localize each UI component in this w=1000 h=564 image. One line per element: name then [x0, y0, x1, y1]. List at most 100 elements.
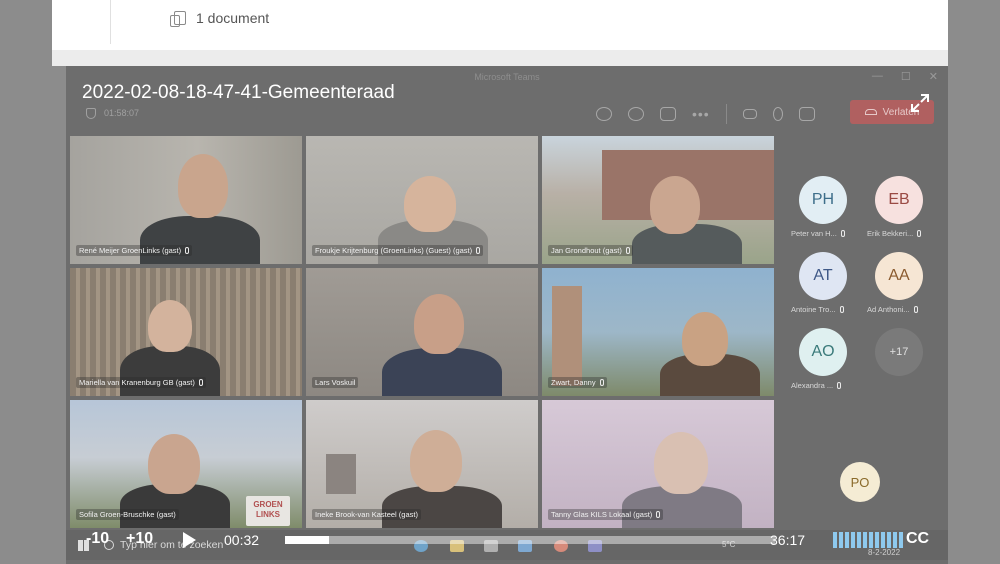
mic-off-icon[interactable]	[772, 107, 783, 121]
meeting-toolbar: •••	[596, 104, 815, 124]
video-tile[interactable]: Mariella van Kranenburg GB (gast)	[70, 268, 302, 396]
participant-face	[404, 176, 456, 232]
more-options-icon[interactable]: •••	[692, 106, 710, 122]
mic-icon	[185, 247, 190, 254]
progress-fill	[285, 536, 330, 544]
overflow-count: +17	[889, 346, 909, 358]
tile-caption: Mariella van Kranenburg GB (gast)	[76, 377, 206, 388]
art-background	[326, 454, 356, 494]
progress-bar[interactable]	[285, 536, 775, 544]
participant-face	[148, 300, 192, 352]
divider	[110, 0, 111, 44]
skip-forward-button[interactable]: +10	[126, 530, 153, 548]
participant-name: Sofila Groen-Bruschke (gast)	[79, 510, 176, 519]
mic-off-icon	[913, 306, 918, 313]
participant-figure	[382, 348, 502, 396]
participant-face	[178, 154, 228, 218]
participant-name: Zwart, Danny	[551, 378, 596, 387]
participant-name: Ad Anthoni...	[867, 305, 910, 314]
captions-button[interactable]: CC	[906, 530, 929, 548]
participant-face	[148, 434, 200, 494]
meeting-status: 01:58:07	[86, 108, 139, 119]
participant-avatar[interactable]: AO	[799, 328, 847, 376]
audio-level-icon	[833, 532, 903, 548]
skip-back-button[interactable]: -10	[86, 530, 109, 548]
video-tile[interactable]: Zwart, Danny	[542, 268, 774, 396]
expand-icon[interactable]	[909, 92, 931, 114]
participant-avatar[interactable]: EB	[875, 176, 923, 224]
participant-avatar[interactable]: PH	[799, 176, 847, 224]
video-tile[interactable]: Lars Voskuil	[306, 268, 538, 396]
taskbar-date: 8-2-2022	[868, 548, 901, 557]
mic-icon	[476, 247, 481, 254]
tile-caption: Ineke Brook-van Kasteel (gast)	[312, 509, 421, 520]
video-tile[interactable]: René Meijer GroenLinks (gast)	[70, 136, 302, 264]
avatar-initials: PO	[850, 474, 870, 490]
participant-face	[414, 294, 464, 354]
participant-name: René Meijer GroenLinks (gast)	[79, 246, 182, 255]
share-screen-icon[interactable]	[798, 107, 815, 121]
maximize-button[interactable]: ☐	[901, 70, 911, 83]
avatar-initials: AT	[813, 267, 833, 284]
mic-icon	[198, 379, 203, 386]
mic-off-icon	[839, 306, 844, 313]
elapsed-time: 01:58:07	[104, 108, 140, 118]
window-title: Microsoft Teams	[474, 72, 540, 82]
meeting-title: 2022-02-08-18-47-41-Gemeenteraad	[82, 82, 395, 103]
participant-name: Peter van H...	[791, 229, 837, 238]
documents-icon	[170, 11, 186, 27]
avatar-initials: PH	[811, 191, 835, 208]
reactions-icon[interactable]	[660, 107, 676, 121]
participant-label: Erik Bekkeri...	[867, 229, 922, 238]
participant-label: Peter van H...	[791, 229, 845, 238]
tile-caption: Jan Grondhout (gast)	[548, 245, 633, 256]
tile-caption: Sofila Groen-Bruschke (gast)	[76, 509, 179, 520]
document-count[interactable]: 1 document	[170, 10, 269, 27]
participant-label: Alexandra ...	[791, 381, 842, 390]
participant-label: Antoine Tro...	[791, 305, 844, 314]
avatar-initials: AA	[888, 267, 910, 284]
participants-icon[interactable]	[596, 107, 612, 121]
video-tile[interactable]: Jan Grondhout (gast)	[542, 136, 774, 264]
chat-icon[interactable]	[628, 107, 644, 121]
participant-name: Tanny Glas KILS Lokaal (gast)	[551, 510, 653, 519]
separator-band	[52, 50, 948, 66]
mic-icon	[625, 247, 630, 254]
avatar-initials: AO	[811, 343, 835, 360]
mic-off-icon	[917, 230, 922, 237]
participant-figure	[382, 486, 502, 528]
taskbar-search[interactable]: Typ hier om te zoeken	[104, 539, 223, 551]
tile-caption: Tanny Glas KILS Lokaal (gast)	[548, 509, 664, 520]
minimize-button[interactable]: —	[872, 70, 883, 83]
participant-name: Jan Grondhout (gast)	[551, 246, 622, 255]
phone-hangup-icon	[864, 109, 877, 115]
participant-figure	[120, 346, 220, 396]
participant-avatar[interactable]: AA	[875, 252, 923, 300]
video-tile[interactable]: GROEN LINKS Sofila Groen-Bruschke (gast)	[70, 400, 302, 528]
more-participants-button[interactable]: +17	[875, 328, 923, 376]
participant-face	[650, 176, 700, 234]
video-tile[interactable]: Tanny Glas KILS Lokaal (gast)	[542, 400, 774, 528]
end-time: 36:17	[770, 532, 806, 548]
avatar-initials: EB	[888, 191, 910, 208]
current-time: 00:32	[224, 532, 260, 548]
participant-name: Mariella van Kranenburg GB (gast)	[79, 378, 195, 387]
play-icon[interactable]	[183, 532, 196, 548]
participant-figure	[140, 216, 260, 264]
participant-name: Ineke Brook-van Kasteel (gast)	[315, 510, 418, 519]
participant-name: Erik Bekkeri...	[867, 229, 914, 238]
video-tile[interactable]: Froukje Krijtenburg (GroenLinks) (Guest)…	[306, 136, 538, 264]
video-tile[interactable]: Ineke Brook-van Kasteel (gast)	[306, 400, 538, 528]
participant-name: Alexandra ...	[791, 381, 834, 390]
shield-icon	[86, 108, 96, 119]
close-window-button[interactable]: ✕	[929, 70, 938, 83]
camera-off-icon[interactable]	[742, 109, 757, 119]
participant-name: Froukje Krijtenburg (GroenLinks) (Guest)…	[315, 246, 473, 255]
toolbar-divider	[725, 104, 727, 124]
mic-off-icon	[840, 230, 845, 237]
document-header: 1 document	[52, 0, 948, 51]
participant-name: Antoine Tro...	[791, 305, 836, 314]
participant-avatar[interactable]: AT	[799, 252, 847, 300]
self-avatar[interactable]: PO	[840, 462, 880, 502]
window-controls: — ☐ ✕	[872, 70, 938, 83]
